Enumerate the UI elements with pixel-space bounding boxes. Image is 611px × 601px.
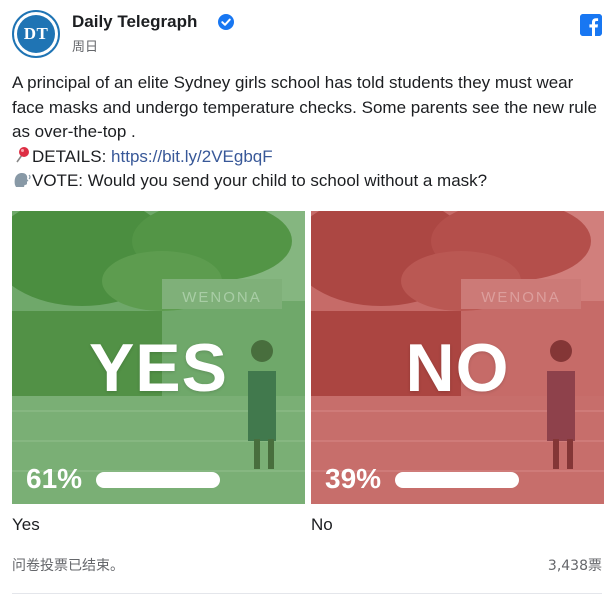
vote-line: VOTE: Would you send your child to schoo… [12, 169, 602, 194]
poll-option-word: NO [405, 330, 510, 406]
footer-divider [12, 593, 602, 594]
page-name-link[interactable]: Daily Telegraph [72, 12, 197, 32]
poll-option-label-yes[interactable]: Yes [12, 515, 40, 535]
facebook-logo-icon[interactable] [580, 14, 602, 36]
poll-result-bar [395, 472, 519, 488]
details-label: DETAILS: [32, 146, 112, 166]
vote-question: VOTE: Would you send your child to schoo… [32, 171, 488, 190]
post-header: DT Daily Telegraph 周日 [12, 10, 602, 58]
poll-vote-count[interactable]: 3,438票 [548, 555, 602, 575]
poll-result-bar [96, 472, 220, 488]
poll-percentage: 39% [325, 463, 382, 494]
details-link[interactable]: https://bit.ly/2VEgbqF [111, 147, 273, 166]
post-body-text: A principal of an elite Sydney girls sch… [12, 73, 597, 141]
poll-option-word: YES [88, 330, 229, 406]
details-line: DETAILS: https://bit.ly/2VEgbqF [12, 145, 602, 170]
round-pushpin-icon [16, 146, 29, 162]
verified-badge-icon [218, 14, 234, 30]
post-timestamp[interactable]: 周日 [72, 36, 98, 55]
avatar-logo: DT [17, 15, 55, 53]
poll-percentage: 61% [26, 463, 83, 494]
poll-option-yes-card[interactable]: WENONA YES 61% [12, 211, 305, 504]
poll-option-label-no[interactable]: No [311, 515, 333, 535]
poll-option-no-card[interactable]: WENONA NO 39% [311, 211, 604, 504]
post-message: A principal of an elite Sydney girls sch… [12, 71, 602, 194]
speaking-head-icon [14, 172, 31, 187]
poll-closed-status: 问卷投票已结束。 [12, 558, 124, 574]
page-avatar[interactable]: DT [12, 10, 60, 58]
